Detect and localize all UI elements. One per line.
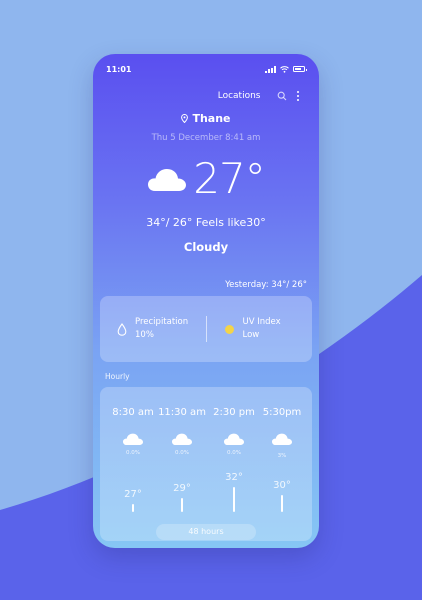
hourly-time: 2:30 pm <box>213 407 255 418</box>
yesterday-temperature: Yesterday: 34°/ 26° <box>225 280 307 290</box>
hourly-label: Hourly <box>105 372 130 381</box>
location-header: Thane <box>93 112 319 125</box>
hourly-temperature-bar <box>232 487 236 512</box>
48-hours-button[interactable]: 48 hours <box>156 524 256 540</box>
uv-index-item: UV Index Low <box>207 316 313 342</box>
date-time: Thu 5 December 8:41 am <box>151 133 261 143</box>
hourly-precipitation: 3% <box>277 453 287 459</box>
hourly-time: 11:30 am <box>158 407 206 418</box>
search-icon[interactable] <box>277 91 287 101</box>
hourly-time: 5:30pm <box>262 407 302 418</box>
hourly-temperature: 27° <box>124 489 142 500</box>
hourly-temperature: 29° <box>173 483 191 494</box>
raindrop-icon <box>117 322 127 336</box>
city-name: Thane <box>192 112 231 125</box>
hourly-temperature: 30° <box>273 480 291 491</box>
hourly-precipitation: 0.0% <box>227 450 241 456</box>
hourly-temperature-bar <box>280 495 284 512</box>
uv-index-value: Low <box>242 330 260 340</box>
hourly-time: 8:30 am <box>112 407 154 418</box>
cloud-icon <box>148 169 187 191</box>
cloud-icon <box>172 433 192 445</box>
top-nav: Locations <box>93 86 319 106</box>
temperature-range: 34°/ 26° Feels like30° <box>146 216 266 229</box>
cloud-icon <box>224 433 244 445</box>
hourly-forecast-card: 8:30 am 0.0% 27° 11:30 am 0.0% 29° 2:30 … <box>100 387 312 541</box>
status-time: 11:01 <box>106 64 132 74</box>
precipitation-item: Precipitation 10% <box>100 316 206 342</box>
signal-icon <box>265 65 276 73</box>
current-weather: 27° <box>93 158 319 200</box>
status-icons <box>265 65 307 73</box>
weather-condition: Cloudy <box>183 240 229 254</box>
sun-icon <box>224 324 234 334</box>
hourly-precipitation: 0.0% <box>126 450 140 456</box>
hourly-temperature: 32° <box>225 472 243 483</box>
precipitation-label: Precipitation <box>135 317 189 327</box>
wifi-icon <box>280 65 289 73</box>
phone-screen: 11:01 Locations Thane Thu 5 December 8:4… <box>93 54 319 548</box>
more-options-icon[interactable] <box>296 90 299 102</box>
battery-icon <box>293 66 307 72</box>
locations-link[interactable]: Locations <box>218 91 261 101</box>
status-bar: 11:01 <box>93 54 319 84</box>
location-pin-icon <box>181 114 189 123</box>
hourly-temperature-bar <box>180 498 184 512</box>
hourly-precipitation: 0.0% <box>175 450 189 456</box>
precipitation-value: 10% <box>135 330 154 340</box>
uv-index-label: UV Index <box>242 317 281 327</box>
cloud-icon <box>272 433 292 445</box>
cloud-icon <box>123 433 143 445</box>
hourly-temperature-bar <box>131 504 135 512</box>
current-temperature: 27° <box>193 154 265 203</box>
details-card: Precipitation 10% UV Index Low <box>100 296 312 362</box>
